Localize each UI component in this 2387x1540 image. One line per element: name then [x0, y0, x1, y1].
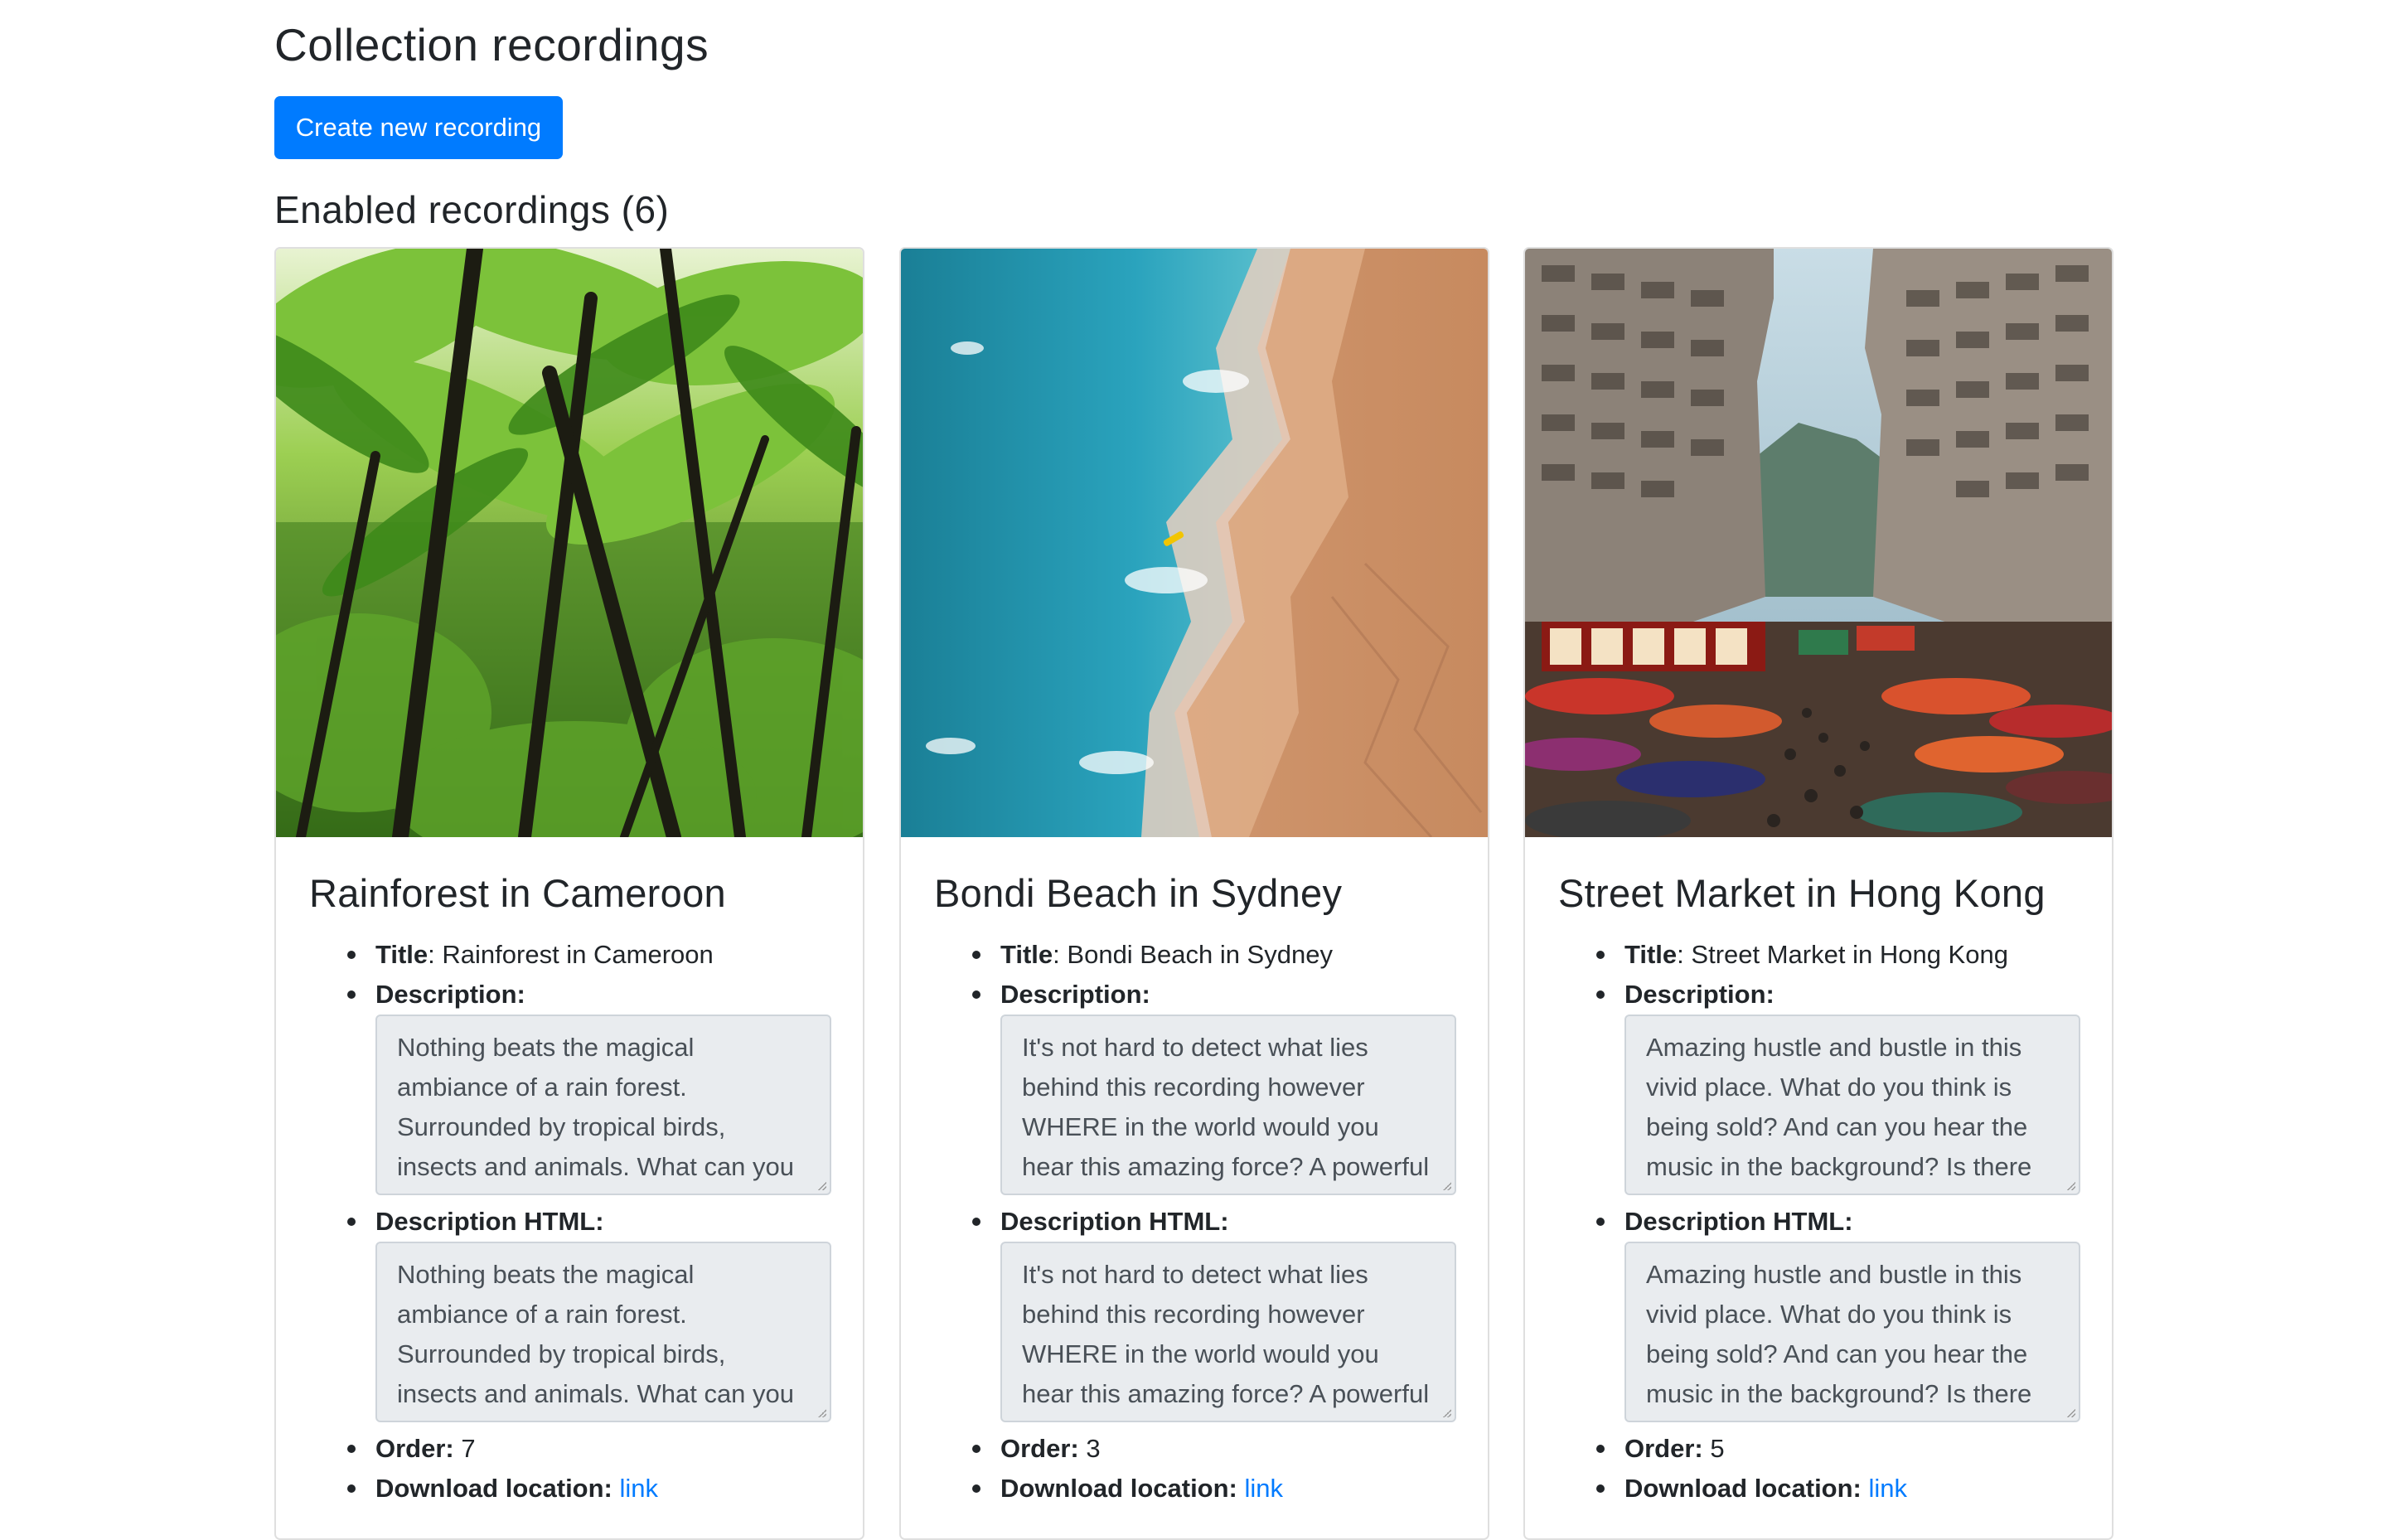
- card-title: Rainforest in Cameroon: [309, 871, 726, 915]
- download-location-item: Download location: link: [347, 1469, 863, 1509]
- download-location-item: Download location: link: [972, 1469, 1488, 1509]
- beach-aerial-photo: [901, 249, 1488, 837]
- recording-card: Bondi Beach in Sydney Title: Bondi Beach…: [899, 247, 1489, 1540]
- street-market-photo: [1525, 249, 2112, 837]
- rainforest-photo: [276, 249, 863, 837]
- resize-handle-icon[interactable]: [818, 1409, 826, 1417]
- download-link[interactable]: link: [1245, 1474, 1284, 1503]
- card-details-list: Title: Street Market in Hong Kong Descri…: [1525, 935, 2112, 1509]
- recording-card: Rainforest in Cameroon Title: Rainforest…: [274, 247, 864, 1540]
- title-item: Title: Bondi Beach in Sydney: [972, 935, 1488, 975]
- description-textarea[interactable]: It's not hard to detect what lies behind…: [1000, 1015, 1456, 1195]
- download-link[interactable]: link: [1869, 1474, 1908, 1503]
- download-location-item: Download location: link: [1596, 1469, 2112, 1509]
- download-link[interactable]: link: [620, 1474, 659, 1503]
- description-item: Description:: [1596, 975, 2112, 1015]
- resize-handle-icon[interactable]: [1443, 1182, 1451, 1190]
- page-title: Collection recordings: [274, 19, 709, 70]
- card-title: Street Market in Hong Kong: [1558, 871, 2046, 915]
- card-details-list: Title: Rainforest in Cameroon Descriptio…: [276, 935, 863, 1509]
- description-textarea[interactable]: Amazing hustle and bustle in this vivid …: [1624, 1015, 2080, 1195]
- create-recording-button[interactable]: Create new recording: [274, 96, 563, 159]
- enabled-recordings-heading: Enabled recordings (6): [274, 188, 670, 231]
- description-item: Description:: [347, 975, 863, 1015]
- recording-card: Street Market in Hong Kong Title: Street…: [1523, 247, 2113, 1540]
- title-item: Title: Street Market in Hong Kong: [1596, 935, 2112, 975]
- description-html-item: Description HTML:: [347, 1202, 863, 1242]
- description-item: Description:: [972, 975, 1488, 1015]
- title-item: Title: Rainforest in Cameroon: [347, 935, 863, 975]
- description-html-textarea[interactable]: Nothing beats the magical ambiance of a …: [375, 1242, 831, 1422]
- resize-handle-icon[interactable]: [2067, 1182, 2075, 1190]
- order-item: Order: 7: [347, 1429, 863, 1469]
- description-textarea[interactable]: Nothing beats the magical ambiance of a …: [375, 1015, 831, 1195]
- card-details-list: Title: Bondi Beach in Sydney Description…: [901, 935, 1488, 1509]
- resize-handle-icon[interactable]: [818, 1182, 826, 1190]
- resize-handle-icon[interactable]: [2067, 1409, 2075, 1417]
- description-html-item: Description HTML:: [972, 1202, 1488, 1242]
- description-html-textarea[interactable]: It's not hard to detect what lies behind…: [1000, 1242, 1456, 1422]
- description-html-textarea[interactable]: Amazing hustle and bustle in this vivid …: [1624, 1242, 2080, 1422]
- resize-handle-icon[interactable]: [1443, 1409, 1451, 1417]
- card-title: Bondi Beach in Sydney: [934, 871, 1343, 915]
- order-item: Order: 3: [972, 1429, 1488, 1469]
- description-html-item: Description HTML:: [1596, 1202, 2112, 1242]
- order-item: Order: 5: [1596, 1429, 2112, 1469]
